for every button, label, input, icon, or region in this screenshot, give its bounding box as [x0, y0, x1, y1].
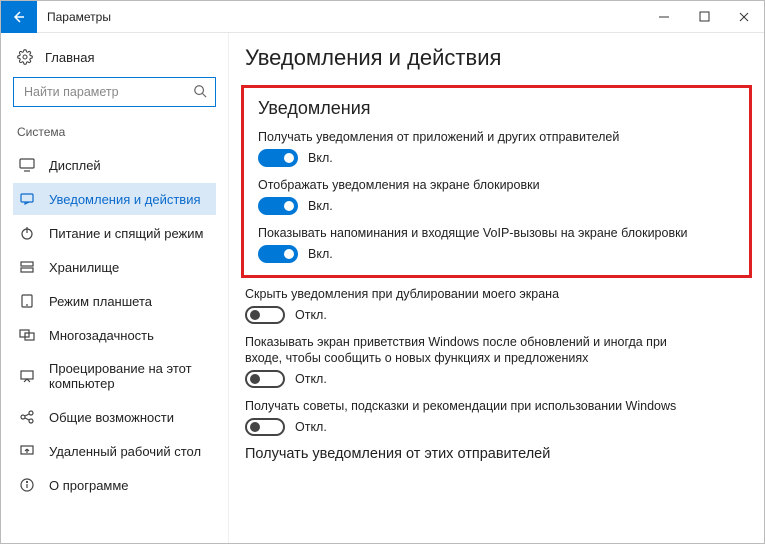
- toggle-state: Вкл.: [308, 247, 333, 261]
- sidebar-item-label: Общие возможности: [49, 410, 174, 425]
- about-icon: [19, 477, 35, 493]
- sidebar-item-display[interactable]: Дисплей: [13, 149, 216, 181]
- search-box[interactable]: [13, 77, 216, 107]
- sidebar-item-label: Питание и спящий режим: [49, 226, 203, 241]
- search-input[interactable]: [22, 84, 193, 100]
- setting-tips: Получать советы, подсказки и рекомендаци…: [245, 398, 752, 436]
- sidebar-item-tablet[interactable]: Режим планшета: [13, 285, 216, 317]
- toggle-hide-duplicating[interactable]: [245, 306, 285, 324]
- toggle-state: Откл.: [295, 420, 327, 434]
- setting-desc: Получать советы, подсказки и рекомендаци…: [245, 398, 685, 415]
- notifications-icon: [19, 191, 35, 207]
- sidebar-item-power[interactable]: Питание и спящий режим: [13, 217, 216, 249]
- back-button[interactable]: [1, 1, 37, 33]
- projecting-icon: [19, 368, 35, 384]
- toggle-state: Откл.: [295, 308, 327, 322]
- toggle-voip-lockscreen[interactable]: [258, 245, 298, 263]
- tablet-icon: [19, 293, 35, 309]
- sidebar-category: Система: [13, 121, 216, 149]
- sidebar-item-shared[interactable]: Общие возможности: [13, 401, 216, 433]
- sidebar-item-multitasking[interactable]: Многозадачность: [13, 319, 216, 351]
- sidebar-item-label: Уведомления и действия: [49, 192, 201, 207]
- setting-welcome-screen: Показывать экран приветствия Windows пос…: [245, 334, 752, 389]
- sidebar-item-label: Режим планшета: [49, 294, 152, 309]
- setting-desc: Показывать экран приветствия Windows пос…: [245, 334, 685, 368]
- multitasking-icon: [19, 327, 35, 343]
- maximize-button[interactable]: [684, 1, 724, 33]
- sidebar-item-label: Удаленный рабочий стол: [49, 444, 201, 459]
- sidebar-item-remote[interactable]: Удаленный рабочий стол: [13, 435, 216, 467]
- toggle-welcome-screen[interactable]: [245, 370, 285, 388]
- sidebar-item-about[interactable]: О программе: [13, 469, 216, 501]
- maximize-icon: [699, 11, 710, 22]
- close-button[interactable]: [724, 1, 764, 33]
- display-icon: [19, 157, 35, 173]
- setting-hide-duplicating: Скрыть уведомления при дублировании моег…: [245, 286, 752, 324]
- sidebar-item-notifications[interactable]: Уведомления и действия: [13, 183, 216, 215]
- sidebar-item-label: О программе: [49, 478, 129, 493]
- close-icon: [738, 11, 750, 23]
- setting-desc: Отображать уведомления на экране блокиро…: [258, 177, 698, 194]
- section-title: Уведомления: [258, 98, 735, 119]
- window-title: Параметры: [37, 10, 111, 24]
- sidebar-item-storage[interactable]: Хранилище: [13, 251, 216, 283]
- storage-icon: [19, 259, 35, 275]
- titlebar: Параметры: [1, 1, 764, 33]
- toggle-state: Вкл.: [308, 199, 333, 213]
- toggle-apps-notifications[interactable]: [258, 149, 298, 167]
- page-title: Уведомления и действия: [245, 45, 752, 71]
- toggle-state: Откл.: [295, 372, 327, 386]
- toggle-tips[interactable]: [245, 418, 285, 436]
- home-label: Главная: [45, 50, 94, 65]
- setting-desc: Скрыть уведомления при дублировании моег…: [245, 286, 685, 303]
- setting-desc: Показывать напоминания и входящие VoIP-в…: [258, 225, 698, 242]
- content-pane: Уведомления и действия Уведомления Получ…: [229, 33, 764, 543]
- gear-icon: [17, 49, 33, 65]
- senders-heading: Получать уведомления от этих отправителе…: [245, 446, 748, 462]
- shared-icon: [19, 409, 35, 425]
- setting-lockscreen-notifications: Отображать уведомления на экране блокиро…: [258, 177, 735, 215]
- sidebar-item-label: Хранилище: [49, 260, 119, 275]
- remote-icon: [19, 443, 35, 459]
- setting-desc: Получать уведомления от приложений и дру…: [258, 129, 698, 146]
- toggle-lockscreen-notifications[interactable]: [258, 197, 298, 215]
- minimize-button[interactable]: [644, 1, 684, 33]
- toggle-state: Вкл.: [308, 151, 333, 165]
- minimize-icon: [658, 11, 670, 23]
- sidebar-item-label: Дисплей: [49, 158, 101, 173]
- search-icon: [193, 84, 207, 101]
- highlight-box: Уведомления Получать уведомления от прил…: [241, 85, 752, 278]
- sidebar: Главная Система Дисплей Уведомления и де…: [1, 33, 229, 543]
- power-icon: [19, 225, 35, 241]
- sidebar-item-projecting[interactable]: Проецирование на этот компьютер: [13, 353, 216, 399]
- setting-voip-lockscreen: Показывать напоминания и входящие VoIP-в…: [258, 225, 735, 263]
- setting-apps-notifications: Получать уведомления от приложений и дру…: [258, 129, 735, 167]
- sidebar-item-label: Многозадачность: [49, 328, 154, 343]
- home-link[interactable]: Главная: [13, 43, 216, 77]
- sidebar-item-label: Проецирование на этот компьютер: [49, 361, 210, 391]
- arrow-left-icon: [11, 9, 27, 25]
